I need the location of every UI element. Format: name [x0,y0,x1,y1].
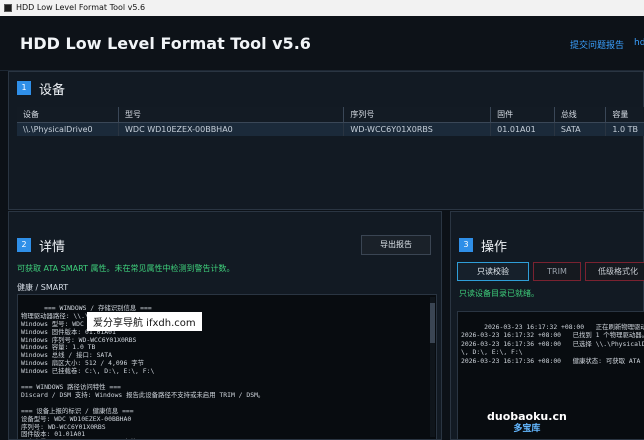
operations-title: 操作 [481,240,508,255]
app-icon [4,4,12,12]
table-row[interactable]: \\.\PhysicalDrive0 WDC WD10EZEX-00BBHA0 … [17,122,644,136]
scrollbar-thumb[interactable] [430,303,435,343]
cell-device: \\.\PhysicalDrive0 [17,122,120,136]
hd-link[interactable]: hd [634,38,644,48]
device-table: 设备 型号 序列号 固件 总线 容量 \\.\PhysicalDrive0 WD… [17,107,644,136]
details-log[interactable]: === WINDOWS / 存储识别信息 === 物理驱动器路径: \\.\Ph… [17,294,437,440]
operation-buttons: 只读校验 TRIM 低级格式化 [457,262,644,282]
col-header-capacity[interactable]: 容量 [605,107,644,123]
section-number-3: 3 [459,238,473,252]
readonly-verify-button[interactable]: 只读校验 [457,262,529,281]
health-smart-label: 健康 / SMART [17,283,69,292]
section-number-2: 2 [17,238,31,252]
feedback-link[interactable]: 提交问题报告 [570,38,624,51]
cell-capacity: 1.0 TB [605,122,644,136]
col-header-firmware[interactable]: 固件 [490,107,555,123]
watermark-duobaoku: duobaoku.cn 多宝库 [487,410,567,436]
devices-panel: 1 设备 设备 型号 序列号 固件 总线 容量 \\.\PhysicalDriv… [8,71,644,210]
app-main: HDD Low Level Format Tool v5.6 提交问题报告 hd… [0,16,644,440]
section-number-1: 1 [17,81,31,95]
cell-serial: WD-WCC6Y01X0RBS [343,122,492,136]
watermark-duobaoku-main: duobaoku.cn [487,410,567,423]
col-header-serial[interactable]: 序列号 [343,107,492,123]
smart-status-note: 可获取 ATA SMART 属性。未在常见属性中检测到警告计数。 [17,264,235,273]
col-header-model[interactable]: 型号 [118,107,345,123]
export-report-button[interactable]: 导出报告 [361,235,431,255]
operations-log-text: 2026-03-23 16:17:32 +08:00 正在刷新物理驱动器目录..… [461,322,644,365]
watermark-ifxdh: 爱分享导航 ifxdh.com [87,312,202,331]
details-title: 详情 [39,240,66,255]
trim-button[interactable]: TRIM [533,262,581,281]
operation-status: 只读设备目录已就绪。 [459,289,539,298]
col-header-device[interactable]: 设备 [17,107,120,123]
app-title: HDD Low Level Format Tool v5.6 [20,34,311,53]
window-title: HDD Low Level Format Tool v5.6 [16,3,146,12]
details-panel: 2 详情 导出报告 可获取 ATA SMART 属性。未在常见属性中检测到警告计… [8,211,442,440]
low-level-format-button[interactable]: 低级格式化 [585,262,644,281]
col-header-bus[interactable]: 总线 [554,107,607,123]
cell-firmware: 01.01A01 [490,122,555,136]
watermark-duobaoku-sub: 多宝库 [513,424,541,434]
table-header-row: 设备 型号 序列号 固件 总线 容量 [17,107,644,123]
details-log-scrollbar[interactable] [430,297,435,437]
cell-model: WDC WD10EZEX-00BBHA0 [118,122,345,136]
app-header: HDD Low Level Format Tool v5.6 提交问题报告 hd [0,16,644,71]
window-titlebar: HDD Low Level Format Tool v5.6 [0,0,644,16]
cell-bus: SATA [554,122,607,136]
devices-title: 设备 [39,83,66,98]
operations-panel: 3 操作 只读校验 TRIM 低级格式化 只读设备目录已就绪。 2026-03-… [450,211,644,440]
